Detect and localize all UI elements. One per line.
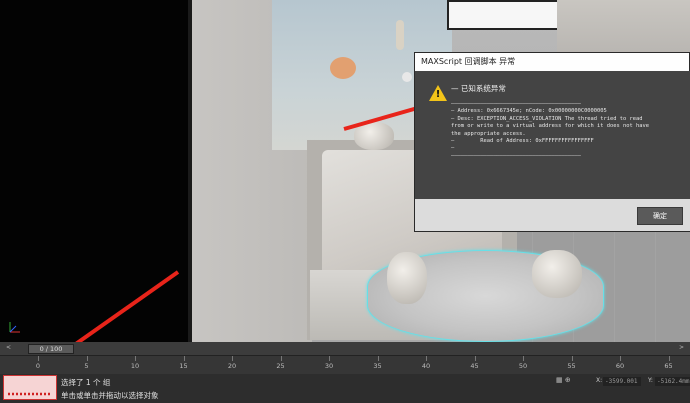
- prompt-status: 单击或单击并拖动以选择对象: [61, 391, 159, 400]
- teddy-bear-right[interactable]: [532, 250, 582, 298]
- timeline-tick-label: 55: [567, 362, 576, 370]
- timeline-tick-label: 15: [179, 362, 188, 370]
- timeline-tick: [183, 356, 185, 361]
- slider-next-button[interactable]: >: [679, 344, 684, 351]
- maxscript-error-dialog: MAXScript 回调脚本 异常 ! — 已知系统异常 ———————————…: [414, 52, 690, 232]
- lock-icon[interactable]: ▦ ⊕: [556, 376, 571, 384]
- timeline-track[interactable]: 0 5 10 15 20 25 30 35 40 45 50 55 60 65: [0, 356, 690, 374]
- y-coordinate-field[interactable]: -5162.4mm: [655, 377, 690, 386]
- timeline-tick: [571, 356, 573, 361]
- dialog-heading: — 已知系统异常: [451, 84, 506, 93]
- selection-status: 选择了 1 个 组: [61, 378, 111, 387]
- timeline-tick: [280, 356, 282, 361]
- timeline-tick-label: 5: [84, 362, 89, 370]
- timeline-tick-label: 40: [421, 362, 431, 370]
- y-label: Y:: [648, 377, 653, 384]
- timeline-tick: [668, 356, 670, 361]
- timeline-tick: [135, 356, 136, 361]
- timeline-tick-label: 20: [227, 362, 237, 370]
- timeline-tick: [523, 356, 524, 361]
- status-bar: 选择了 1 个 组 单击或单击并拖动以选择对象 ▦ ⊕ X: -3599.001…: [0, 374, 690, 403]
- timeline-tick: [377, 356, 379, 361]
- slider-thumb[interactable]: 0 / 100: [28, 344, 74, 354]
- dialog-title: MAXScript 回调脚本 异常: [415, 53, 689, 71]
- timeline-tick: [620, 356, 621, 361]
- timeline-tick-label: 30: [324, 362, 334, 370]
- x-coordinate-field[interactable]: -3599.001: [603, 377, 641, 386]
- teddy-bear-left[interactable]: [387, 252, 427, 304]
- timeline-area: < 0 / 100 > 0 5 10 15 20 25 30 35 40 45 50 55 60 65 选…: [0, 342, 690, 403]
- timeline-tick: [86, 356, 88, 361]
- timeline-tick-label: 45: [470, 362, 479, 370]
- timeline-tick: [474, 356, 476, 361]
- ok-button[interactable]: 确定: [637, 207, 683, 225]
- timeline-tick-label: 25: [276, 362, 285, 370]
- timeline-tick-label: 65: [664, 362, 673, 370]
- timeline-tick: [329, 356, 330, 361]
- timeline-tick-label: 10: [130, 362, 140, 370]
- listener-icon: [8, 392, 52, 396]
- planet-small: [402, 72, 412, 82]
- maxscript-listener-icon[interactable]: [3, 375, 57, 400]
- error-details: ————————————————————————————————————————…: [451, 101, 649, 159]
- rocket-shape: [396, 20, 404, 50]
- dialog-body: ! — 已知系统异常 —————————————————————————————…: [415, 71, 690, 199]
- dialog-footer: 确定: [415, 199, 690, 231]
- planet-orange: [330, 57, 356, 79]
- timeline-tick-label: 0: [35, 362, 41, 370]
- slider-prev-button[interactable]: <: [6, 344, 11, 351]
- timeline-tick-label: 50: [518, 362, 528, 370]
- timeline-tick: [232, 356, 233, 361]
- timeline-tick-label: 35: [373, 362, 382, 370]
- warning-exclamation: !: [435, 89, 441, 100]
- time-slider[interactable]: < 0 / 100 >: [0, 342, 690, 356]
- x-label: X:: [596, 377, 603, 384]
- timeline-tick: [38, 356, 39, 361]
- timeline-tick: [426, 356, 427, 361]
- timeline-tick-label: 60: [615, 362, 625, 370]
